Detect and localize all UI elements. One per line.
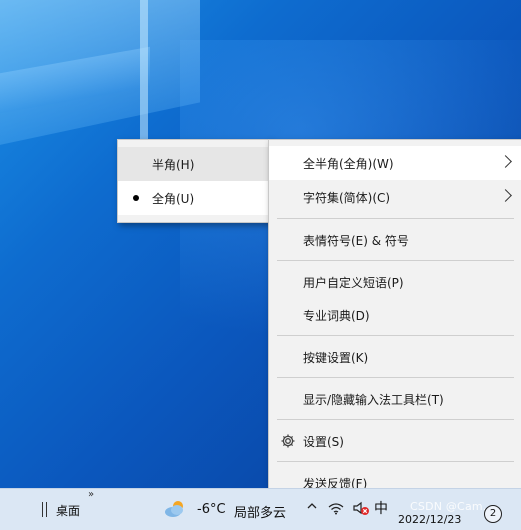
- wifi-icon[interactable]: [328, 501, 344, 515]
- submenu-item-label: 半角(H): [152, 157, 195, 172]
- selected-bullet-icon: [133, 195, 139, 201]
- chevron-right-icon: [499, 189, 512, 202]
- wallpaper-light-edge: [140, 0, 148, 140]
- menu-item-key-settings[interactable]: 按键设置(K): [269, 340, 521, 374]
- menu-item-label: 用户自定义短语(P): [303, 275, 404, 290]
- menu-item-settings[interactable]: 设置(S): [269, 424, 521, 458]
- ime-mode-indicator[interactable]: 中: [374, 498, 388, 518]
- toolbar-grip-icon[interactable]: [42, 502, 47, 517]
- chevron-right-icon: [499, 155, 512, 168]
- clock-date[interactable]: 2022/12/23: [398, 513, 461, 526]
- menu-divider: [277, 335, 514, 336]
- menu-divider: [277, 260, 514, 261]
- weather-temperature[interactable]: -6°C: [197, 502, 226, 517]
- menu-item-label: 专业词典(D): [303, 308, 370, 323]
- menu-item-charset[interactable]: 字符集(简体)(C): [269, 180, 521, 214]
- menu-divider: [277, 377, 514, 378]
- desktop-toolbar-label[interactable]: 桌面: [56, 502, 80, 519]
- menu-item-toggle-toolbar[interactable]: 显示/隐藏输入法工具栏(T): [269, 382, 521, 416]
- menu-item-custom-phrases[interactable]: 用户自定义短语(P): [269, 265, 521, 299]
- menu-item-label: 字符集(简体)(C): [303, 190, 391, 205]
- chevron-up-icon[interactable]: [306, 500, 318, 512]
- submenu-item-full-width[interactable]: 全角(U): [118, 181, 270, 215]
- toolbar-overflow-icon[interactable]: »: [88, 489, 94, 500]
- notification-badge[interactable]: 2: [484, 505, 502, 523]
- menu-item-label: 表情符号(E) & 符号: [303, 233, 409, 248]
- menu-item-label: 显示/隐藏输入法工具栏(T): [303, 392, 444, 407]
- ime-context-menu: 全半角(全角)(W) 字符集(简体)(C) 表情符号(E) & 符号 用户自定义…: [268, 139, 521, 497]
- menu-item-emoji-symbols[interactable]: 表情符号(E) & 符号: [269, 223, 521, 257]
- watermark-text: CSDN @Cam...: [410, 500, 494, 513]
- menu-divider: [277, 419, 514, 420]
- gear-icon: [281, 434, 295, 448]
- menu-item-label: 设置(S): [303, 434, 344, 449]
- menu-item-width-mode[interactable]: 全半角(全角)(W): [269, 146, 521, 180]
- volume-muted-icon[interactable]: [352, 500, 370, 516]
- width-submenu: 半角(H) 全角(U): [117, 139, 271, 223]
- menu-divider: [277, 461, 514, 462]
- menu-divider: [277, 218, 514, 219]
- menu-item-label: 按键设置(K): [303, 350, 369, 365]
- partly-cloudy-icon[interactable]: [163, 497, 189, 521]
- taskbar: 桌面 » -6°C 局部多云 中 CSDN @Cam... 2022/12/23…: [0, 488, 521, 530]
- menu-item-label: 全半角(全角)(W): [303, 156, 394, 171]
- menu-item-dictionary[interactable]: 专业词典(D): [269, 298, 521, 332]
- submenu-item-label: 全角(U): [152, 191, 195, 206]
- submenu-item-half-width[interactable]: 半角(H): [118, 147, 270, 181]
- weather-forecast[interactable]: 局部多云: [234, 502, 286, 521]
